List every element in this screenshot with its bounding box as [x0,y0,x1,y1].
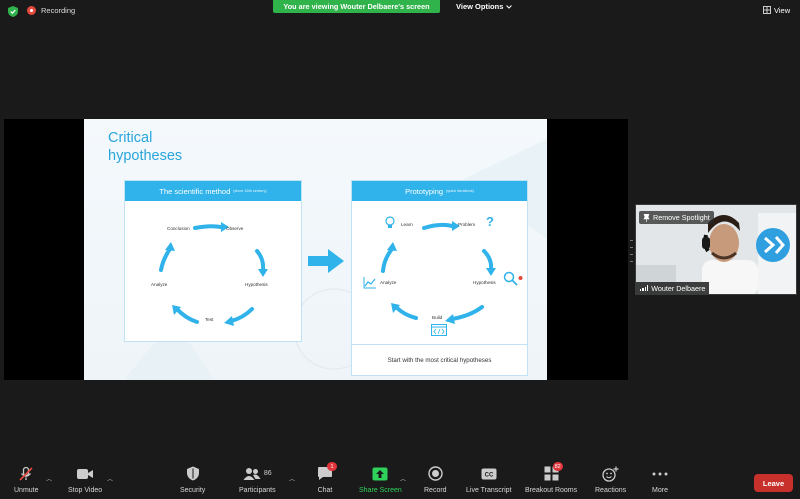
security-label: Security [180,487,206,494]
view-options-button[interactable]: View Options [456,2,513,11]
stop-video-button[interactable]: Stop Video [68,465,102,494]
step-hypothesis: Hypothesis [245,282,268,287]
step-learn: Learn [401,222,413,227]
record-label: Record [424,487,447,494]
participants-label: Participants [239,487,276,494]
share-options-caret-icon[interactable]: ︿ [400,474,406,483]
big-right-arrow-icon [308,249,344,273]
share-screen-button[interactable]: Share Screen [359,465,402,494]
panel-resize-handle[interactable] [630,240,633,262]
code-window-icon [431,324,447,336]
prototyping-note: (quick iterations) [446,189,474,193]
step-observe: Observe [226,226,244,231]
view-options-label: View Options [456,2,504,11]
participant-video-tile[interactable]: Remove Spotlight Wouter Delbaere [635,204,797,295]
smiley-plus-icon [602,466,619,482]
prototyping-cycle-arrows [381,221,496,324]
prototyping-title: Prototyping [405,186,444,196]
slide-title-line2: hypotheses [108,148,183,164]
recording-icon [27,6,36,15]
scientific-method-title: The scientific method [159,186,231,196]
participants-count: 86 [263,470,272,477]
slide-title: Critical hypotheses [108,129,248,165]
presentation-slide: Critical hypotheses The scientific metho… [84,119,547,380]
more-label: More [652,487,668,494]
participants-icon [243,467,261,480]
question-mark-icon: ? [486,214,494,229]
video-options-caret-icon[interactable]: ︿ [107,474,113,483]
reactions-button[interactable]: Reactions [595,465,626,494]
top-bar: Recording You are viewing Wouter Delbaer… [0,0,800,22]
recording-label: Recording [41,6,76,15]
scientific-method-card: The scientific method (since 16th centur… [124,180,302,342]
chat-label: Chat [317,487,333,494]
share-screen-label: Share Screen [359,487,402,494]
remove-spotlight-label: Remove Spotlight [653,213,710,222]
video-camera-icon [77,468,94,479]
muted-microphone-icon [19,466,33,481]
lightbulb-icon [385,216,395,228]
slide-title-line1: Critical [108,130,153,146]
step-problem: Problem [458,222,476,227]
meeting-toolbar: Unmute ︿ Stop Video ︿ Security 86 Partic… [0,462,800,499]
remove-spotlight-button[interactable]: Remove Spotlight [639,211,714,224]
view-button[interactable]: View [763,3,793,17]
breakout-rooms-badge: 82 [552,462,563,471]
participant-name-tag: Wouter Delbaere [636,282,710,294]
viewing-screen-banner: You are viewing Wouter Delbaere's screen [273,0,440,13]
step-test: Test [205,317,214,322]
grid-view-icon [763,6,771,14]
record-button[interactable]: Record [424,465,447,494]
record-icon [428,466,443,481]
zoom-meeting-window: Recording You are viewing Wouter Delbaer… [0,0,800,499]
participant-name: Wouter Delbaere [651,283,706,293]
stop-video-label: Stop Video [68,487,103,494]
more-button[interactable]: More [652,465,668,494]
pin-icon [643,213,650,222]
svg-text:CC: CC [484,472,493,478]
step-build: Build [432,315,443,320]
prototyping-card: Prototyping (quick iterations) ? Learn P… [351,180,528,376]
scientific-method-note: (since 16th century) [233,189,267,193]
participants-button[interactable]: 86 Participants [239,465,276,494]
share-screen-icon [372,467,388,480]
participants-options-caret-icon[interactable]: ︿ [289,474,295,483]
unmute-button[interactable]: Unmute [14,465,39,494]
live-transcript-label: Live Transcript [466,487,512,494]
magnifier-icon [503,271,523,286]
security-shield-icon [186,466,199,481]
shield-check-icon[interactable] [8,6,18,17]
line-chart-icon [363,277,376,289]
leave-button[interactable]: Leave [754,474,793,492]
breakout-rooms-label: Breakout Rooms [525,487,578,494]
live-transcript-button[interactable]: CC Live Transcript [466,465,512,494]
audio-options-caret-icon[interactable]: ︿ [46,474,52,483]
prototyping-footer: Start with the most critical hypotheses [352,344,527,375]
breakout-rooms-button[interactable]: 82 Breakout Rooms [525,462,578,494]
scientific-method-header: The scientific method (since 16th centur… [125,181,301,201]
step-analyze: Analyze [151,282,168,287]
view-label: View [774,5,791,15]
shared-screen[interactable]: Critical hypotheses The scientific metho… [4,119,628,380]
chat-unread-badge: 1 [327,462,337,471]
closed-caption-icon: CC [481,468,497,479]
step-conclusion: Conclusion [167,226,190,231]
step-hypothesis-proto: Hypothesis [473,280,496,285]
prototyping-header: Prototyping (quick iterations) [352,181,527,201]
security-button[interactable]: Security [180,465,205,494]
signal-strength-icon [640,285,649,291]
unmute-label: Unmute [14,487,39,494]
reactions-label: Reactions [595,487,627,494]
more-dots-icon [652,472,668,475]
chat-button[interactable]: 1 Chat [317,462,337,494]
recording-indicator[interactable]: Recording [27,6,75,15]
chevron-down-icon [506,4,513,9]
step-analyze-proto: Analyze [380,280,397,285]
